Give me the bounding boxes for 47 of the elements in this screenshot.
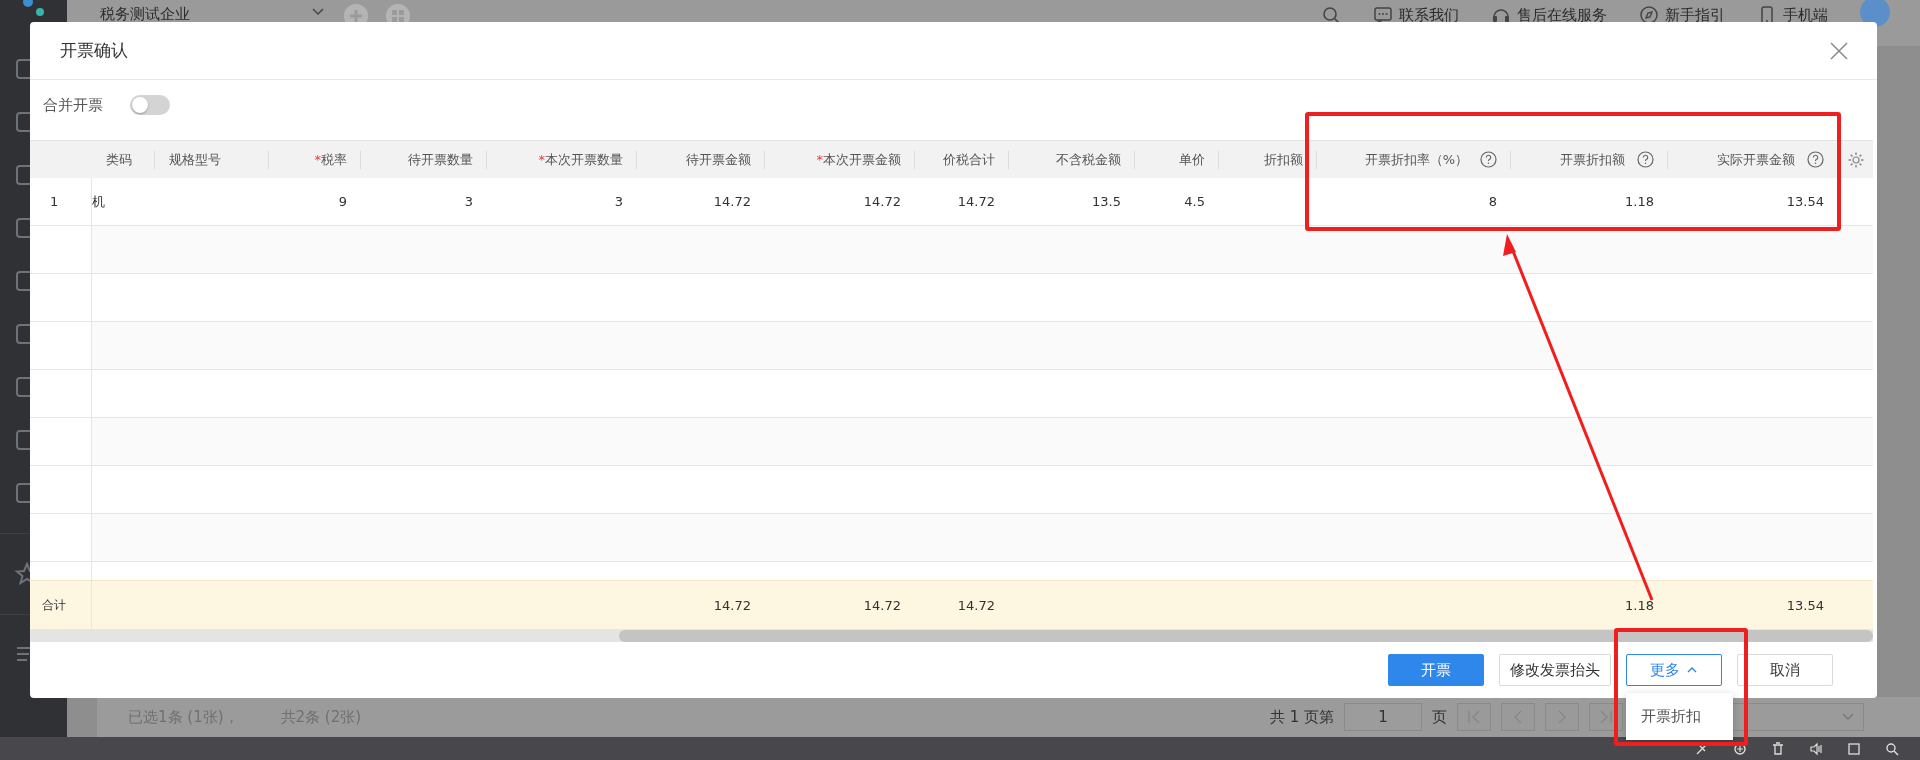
- menu-item[interactable]: 开票折扣: [1626, 699, 1733, 734]
- column-header[interactable]: 价税合计: [943, 150, 995, 169]
- page-count-label: 共 1 页第: [1269, 707, 1334, 727]
- dialog-title: 开票确认: [60, 39, 128, 62]
- column-header[interactable]: 折扣额: [1264, 150, 1303, 169]
- company-name: 税务测试企业: [100, 4, 190, 24]
- header-link[interactable]: 售后在线服务: [1491, 5, 1607, 25]
- column-header[interactable]: 待开票数量: [408, 150, 473, 169]
- column-header[interactable]: 不含税金额: [1056, 150, 1121, 169]
- toggle-label: 合并开票: [43, 95, 103, 115]
- more-button[interactable]: 更多: [1626, 654, 1722, 686]
- column-header[interactable]: 类码: [106, 150, 132, 169]
- totals-label: 合计: [42, 596, 66, 614]
- table-cell: 14.72: [863, 194, 901, 209]
- column-header[interactable]: 单价: [1179, 150, 1205, 169]
- page-label: 页: [1432, 707, 1447, 727]
- page-input[interactable]: 1: [1344, 703, 1422, 731]
- column-header[interactable]: *本次开票数量: [538, 150, 623, 169]
- column-header[interactable]: *税率: [314, 150, 347, 169]
- column-header[interactable]: *本次开票金额: [816, 150, 901, 169]
- table-cell: 14.72: [863, 597, 901, 613]
- table-cell: 3: [614, 194, 623, 209]
- table-cell: 13.54: [1786, 194, 1824, 209]
- table-cell: 14.72: [713, 597, 751, 613]
- issue-invoice-button[interactable]: 开票: [1388, 654, 1484, 686]
- column-header[interactable]: 开票折扣率（%）: [1364, 150, 1468, 169]
- table-cell: 8: [1488, 194, 1497, 209]
- column-header[interactable]: 规格型号: [169, 150, 221, 169]
- table-cell: 14.72: [713, 194, 751, 209]
- row-number: 1: [50, 194, 59, 209]
- header-link[interactable]: 新手指引: [1639, 5, 1725, 25]
- table-cell: 9: [338, 194, 347, 209]
- table-cell: 1.18: [1625, 194, 1654, 209]
- header-link[interactable]: 联系我们: [1373, 5, 1459, 25]
- table-cell: 14.72: [957, 597, 995, 613]
- column-header[interactable]: 实际开票金额: [1717, 150, 1795, 169]
- table-cell: 13.5: [1092, 194, 1121, 209]
- table-cell: 3: [464, 194, 473, 209]
- dialog-button[interactable]: 修改发票抬头: [1499, 654, 1611, 686]
- table-cell: 4.5: [1184, 194, 1205, 209]
- table-cell: 14.72: [957, 194, 995, 209]
- table-cell: 13.54: [1786, 597, 1824, 613]
- column-header[interactable]: 待开票金额: [686, 150, 751, 169]
- table-cell: 机: [92, 192, 105, 211]
- column-header[interactable]: 开票折扣额: [1560, 150, 1625, 169]
- table-cell: 1.18: [1625, 597, 1654, 613]
- dialog-button[interactable]: 取消: [1737, 654, 1833, 686]
